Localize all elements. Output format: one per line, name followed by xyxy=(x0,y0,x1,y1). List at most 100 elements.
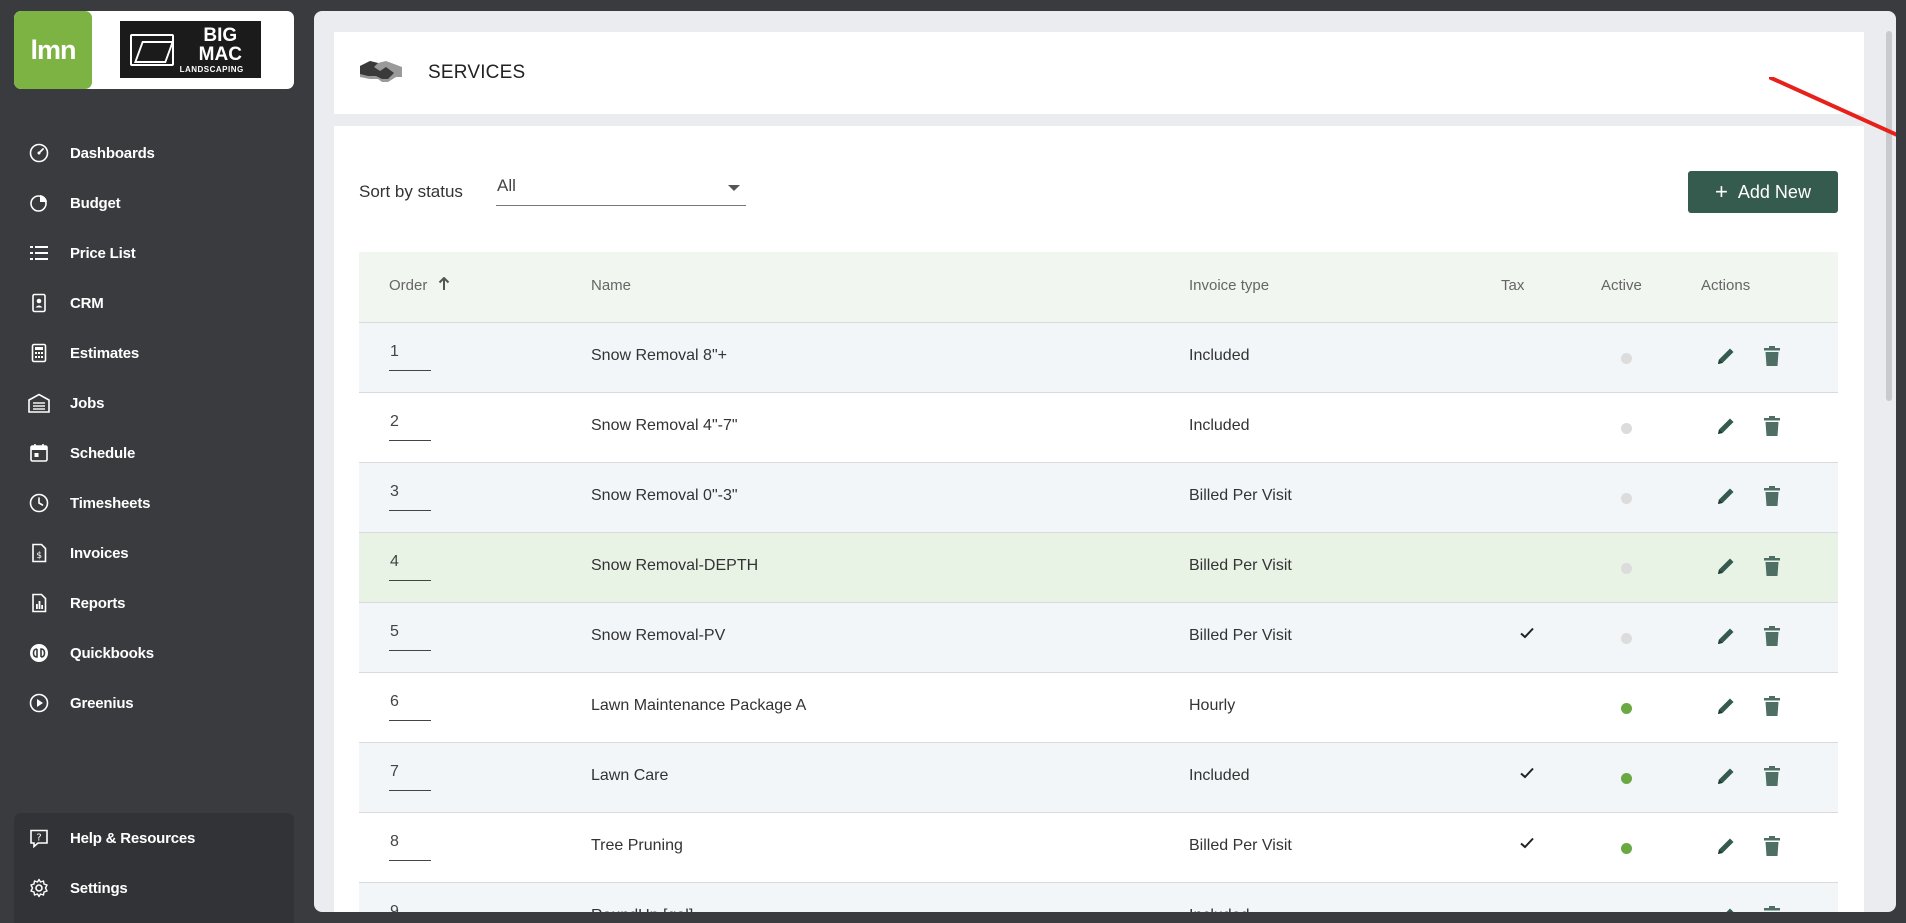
sidebar-item-label: Timesheets xyxy=(70,494,151,512)
sidebar-item-crm[interactable]: CRM xyxy=(0,278,314,328)
status-select-value: All xyxy=(497,176,516,195)
edit-pencil-icon[interactable] xyxy=(1715,835,1737,862)
sidebar-nav: Dashboards Budget Price List CRM Estimat… xyxy=(0,128,314,728)
invoice-type: Billed Per Visit xyxy=(1189,557,1292,574)
invoice-type: Included xyxy=(1189,417,1250,434)
sidebar-item-label: Reports xyxy=(70,594,126,612)
sidebar-item-quickbooks[interactable]: Quickbooks xyxy=(0,628,314,678)
sidebar-item-reports[interactable]: Reports xyxy=(0,578,314,628)
inactive-status-dot xyxy=(1621,633,1632,644)
sidebar-item-jobs[interactable]: Jobs xyxy=(0,378,314,428)
sidebar-item-estimates[interactable]: Estimates xyxy=(0,328,314,378)
sidebar-item-label: Help & Resources xyxy=(70,829,196,847)
edit-pencil-icon[interactable] xyxy=(1715,345,1737,372)
order-input[interactable]: 1 xyxy=(389,343,431,371)
handshake-icon xyxy=(358,57,404,90)
sidebar-item-help[interactable]: ? Help & Resources xyxy=(14,813,294,863)
sidebar-item-settings[interactable]: Settings xyxy=(14,863,294,913)
active-status-dot xyxy=(1621,843,1632,854)
column-tax[interactable]: Tax xyxy=(1501,277,1524,294)
report-icon xyxy=(28,592,50,614)
table-row[interactable]: 5 Snow Removal-PV Billed Per Visit xyxy=(359,602,1838,672)
column-active[interactable]: Active xyxy=(1601,277,1642,294)
delete-trash-icon[interactable] xyxy=(1762,345,1782,372)
delete-trash-icon[interactable] xyxy=(1762,625,1782,652)
table-row[interactable]: 4 Snow Removal-DEPTH Billed Per Visit xyxy=(359,532,1838,602)
page-header: SERVICES xyxy=(334,32,1864,114)
main-content: SERVICES Sort by status All + Add New Or… xyxy=(314,11,1896,912)
edit-pencil-icon[interactable] xyxy=(1715,625,1737,652)
table-row[interactable]: 1 Snow Removal 8"+ Included xyxy=(359,322,1838,392)
plus-icon: + xyxy=(1715,179,1728,204)
order-input[interactable]: 7 xyxy=(389,763,431,791)
delete-trash-icon[interactable] xyxy=(1762,905,1782,912)
order-input[interactable]: 3 xyxy=(389,483,431,511)
sidebar-item-label: CRM xyxy=(70,294,104,312)
sidebar-item-label: Price List xyxy=(70,244,136,262)
order-input[interactable]: 6 xyxy=(389,693,431,721)
column-invoice-type[interactable]: Invoice type xyxy=(1189,277,1269,294)
company-logo-line2: LANDSCAPING xyxy=(179,64,244,74)
edit-pencil-icon[interactable] xyxy=(1715,415,1737,442)
play-icon xyxy=(28,692,50,714)
services-table: Order Name Invoice type Tax Active Actio… xyxy=(359,252,1838,912)
sidebar-item-label: Jobs xyxy=(70,394,105,412)
table-row[interactable]: 8 Tree Pruning Billed Per Visit xyxy=(359,812,1838,882)
service-name: Tree Pruning xyxy=(591,837,683,854)
edit-pencil-icon[interactable] xyxy=(1715,695,1737,722)
inactive-status-dot xyxy=(1621,423,1632,434)
delete-trash-icon[interactable] xyxy=(1762,555,1782,582)
sidebar-item-label: Quickbooks xyxy=(70,644,154,662)
chevron-down-icon xyxy=(728,185,740,191)
tax-check-icon xyxy=(1519,765,1535,786)
edit-pencil-icon[interactable] xyxy=(1715,555,1737,582)
delete-trash-icon[interactable] xyxy=(1762,765,1782,792)
edit-pencil-icon[interactable] xyxy=(1715,905,1737,912)
tax-check-icon xyxy=(1519,625,1535,646)
table-row[interactable]: 9 RoundUp [gal] Included xyxy=(359,882,1838,912)
order-input[interactable]: 4 xyxy=(389,553,431,581)
sidebar-item-budget[interactable]: Budget xyxy=(0,178,314,228)
garage-icon xyxy=(28,392,50,414)
active-status-dot xyxy=(1621,703,1632,714)
page-title: SERVICES xyxy=(428,62,526,83)
order-input[interactable]: 9 xyxy=(389,903,431,912)
status-select[interactable]: All xyxy=(496,172,746,206)
service-name: Snow Removal 0"-3" xyxy=(591,487,738,504)
delete-trash-icon[interactable] xyxy=(1762,695,1782,722)
company-logo-line1: BIG MAC xyxy=(198,24,242,65)
sidebar-item-invoices[interactable]: $ Invoices xyxy=(0,528,314,578)
order-input[interactable]: 8 xyxy=(389,833,431,861)
table-row[interactable]: 3 Snow Removal 0"-3" Billed Per Visit xyxy=(359,462,1838,532)
sidebar-item-schedule[interactable]: Schedule xyxy=(0,428,314,478)
table-row[interactable]: 2 Snow Removal 4"-7" Included xyxy=(359,392,1838,462)
table-body: 1 Snow Removal 8"+ Included 2 Snow Removal 4… xyxy=(359,322,1838,912)
invoice-icon: $ xyxy=(28,542,50,564)
sidebar-item-timesheets[interactable]: Timesheets xyxy=(0,478,314,528)
invoice-type: Billed Per Visit xyxy=(1189,837,1292,854)
order-input[interactable]: 5 xyxy=(389,623,431,651)
column-order[interactable]: Order xyxy=(389,276,450,294)
sidebar-item-price-list[interactable]: Price List xyxy=(0,228,314,278)
active-status-dot xyxy=(1621,773,1632,784)
delete-trash-icon[interactable] xyxy=(1762,485,1782,512)
edit-pencil-icon[interactable] xyxy=(1715,485,1737,512)
invoice-type: Included xyxy=(1189,907,1250,912)
calendar-icon xyxy=(28,442,50,464)
clock-icon xyxy=(28,492,50,514)
sidebar-item-dashboards[interactable]: Dashboards xyxy=(0,128,314,178)
table-row[interactable]: 7 Lawn Care Included xyxy=(359,742,1838,812)
logo-area[interactable]: lmn BIG MAC LANDSCAPING xyxy=(14,11,294,89)
speedometer-icon xyxy=(28,142,50,164)
quickbooks-icon xyxy=(28,642,50,664)
sidebar-item-label: Dashboards xyxy=(70,144,155,162)
delete-trash-icon[interactable] xyxy=(1762,835,1782,862)
inactive-status-dot xyxy=(1621,493,1632,504)
order-input[interactable]: 2 xyxy=(389,413,431,441)
sidebar-item-label: Invoices xyxy=(70,544,129,562)
table-row[interactable]: 6 Lawn Maintenance Package A Hourly xyxy=(359,672,1838,742)
column-name[interactable]: Name xyxy=(591,277,631,294)
sidebar-item-greenius[interactable]: Greenius xyxy=(0,678,314,728)
delete-trash-icon[interactable] xyxy=(1762,415,1782,442)
edit-pencil-icon[interactable] xyxy=(1715,765,1737,792)
